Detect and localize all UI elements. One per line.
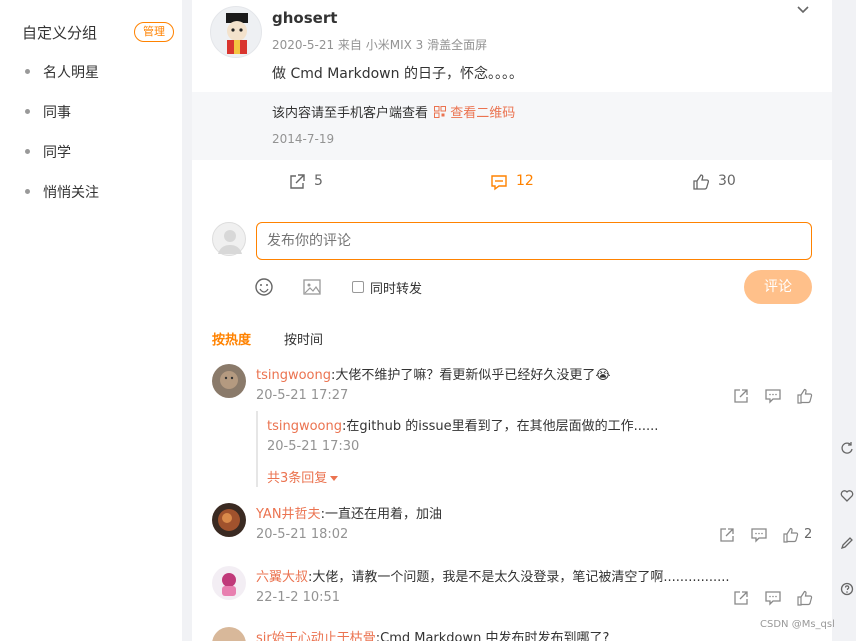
sidebar-item-colleagues[interactable]: 同事 <box>22 102 172 122</box>
commenter-name[interactable]: YAN井哲夫 <box>256 507 321 522</box>
reply-icon[interactable] <box>751 527 767 543</box>
image-icon[interactable] <box>302 277 322 297</box>
comment-time: 20-5-21 17:27 <box>256 388 349 403</box>
repost-content: 该内容请至手机客户端查看 查看二维码 2014-7-19 <box>192 92 832 160</box>
more-replies-link[interactable]: 共3条回复 <box>267 467 339 486</box>
author-avatar[interactable] <box>210 6 262 58</box>
group-sidebar: 自定义分组 管理 名人明星 同事 同学 悄悄关注 <box>0 0 182 641</box>
repost-date: 2014-7-19 <box>272 132 335 146</box>
commenter-avatar[interactable] <box>212 566 246 600</box>
post-text: 做 Cmd Markdown 的日子，怀念。。。。 <box>272 66 523 82</box>
watermark: CSDN @Ms_qsl <box>760 619 835 630</box>
emoji-icon[interactable] <box>254 277 274 297</box>
share-count: 5 <box>314 173 323 189</box>
comment-body: :Cmd Markdown 中发布时发布到哪了? <box>375 631 610 641</box>
replier-name[interactable]: tsingwoong <box>267 419 342 434</box>
refresh-icon[interactable] <box>840 441 854 455</box>
group-title: 自定义分组 <box>22 24 98 42</box>
reply-text: tsingwoong:在github 的issue里看到了，在其他层面做的工作.… <box>267 415 658 434</box>
comment-text: tsingwoong:大佬不维护了嘛？看更新似乎已经好久没更了😭 <box>256 364 611 383</box>
checkbox-box[interactable] <box>352 281 364 293</box>
share-icon[interactable] <box>733 590 749 606</box>
bullet-icon <box>25 189 30 194</box>
sidebar-item-label: 同事 <box>43 105 71 121</box>
comment-time: 20-5-21 18:02 <box>256 527 349 542</box>
qr-link-label: 查看二维码 <box>450 106 516 121</box>
tab-sort-time[interactable]: 按时间 <box>284 329 323 348</box>
sidebar-item-label: 同学 <box>43 145 71 161</box>
comment-count: 12 <box>516 173 534 189</box>
repost-checkbox-label: 同时转发 <box>370 282 423 297</box>
reply-icon[interactable] <box>765 388 781 404</box>
like-count: 30 <box>718 173 736 189</box>
more-replies-label: 共3条回复 <box>267 471 328 486</box>
comment-body: :大佬不维护了嘛？看更新似乎已经好久没更了😭 <box>331 368 611 383</box>
caret-down-icon <box>330 476 339 481</box>
comment-icon <box>491 175 507 191</box>
reply-thread: tsingwoong:在github 的issue里看到了，在其他层面做的工作.… <box>256 411 812 487</box>
comment-text: YAN井哲夫:一直还在用着，加油 <box>256 503 442 522</box>
commenter-avatar[interactable] <box>212 364 246 398</box>
reply-icon[interactable] <box>765 590 781 606</box>
thumbs-up-icon[interactable] <box>783 527 799 543</box>
bullet-icon <box>25 109 30 114</box>
bullet-icon <box>25 149 30 154</box>
heart-icon[interactable] <box>840 489 854 503</box>
repost-notice: 该内容请至手机客户端查看 查看二维码 <box>272 102 515 121</box>
share-icon[interactable] <box>719 527 735 543</box>
commenter-avatar[interactable] <box>212 503 246 537</box>
comment-like-count: 2 <box>804 527 813 542</box>
group-header: 自定义分组 管理 <box>22 20 180 44</box>
sidebar-item-label: 悄悄关注 <box>43 185 99 201</box>
comment-time: 22-1-2 10:51 <box>256 590 341 605</box>
thumbs-up-icon <box>693 174 710 190</box>
sidebar-item-label: 名人明星 <box>43 65 99 81</box>
commenter-name[interactable]: 六翼大叔 <box>256 570 308 585</box>
reply-time: 20-5-21 17:30 <box>267 439 360 454</box>
sidebar-item-secret-follow[interactable]: 悄悄关注 <box>22 182 172 202</box>
comment-text: 六翼大叔:大佬，请教一个问题，我是不是太久没登录，笔记被清空了啊........… <box>256 566 730 585</box>
repost-notice-text: 该内容请至手机客户端查看 <box>272 106 429 121</box>
my-avatar <box>212 222 246 256</box>
comment-body: :大佬，请教一个问题，我是不是太久没登录，笔记被清空了啊............… <box>308 570 730 585</box>
commenter-name[interactable]: tsingwoong <box>256 368 331 383</box>
commenter-avatar[interactable] <box>212 627 246 641</box>
chevron-down-icon[interactable] <box>795 2 811 18</box>
author-name[interactable]: ghosert <box>272 9 337 27</box>
commenter-name[interactable]: sir始于心动止于枯骨 <box>256 631 376 641</box>
tab-sort-hot[interactable]: 按热度 <box>212 329 251 348</box>
post-meta: 2020-5-21 来自 小米MIX 3 滑盖全面屏 <box>272 38 488 52</box>
comment-text: sir始于心动止于枯骨:Cmd Markdown 中发布时发布到哪了? <box>256 627 609 641</box>
comment-body: :一直还在用着，加油 <box>320 507 442 522</box>
comment-input[interactable] <box>256 222 812 260</box>
sidebar-item-celebrities[interactable]: 名人明星 <box>22 62 172 82</box>
edit-icon[interactable] <box>840 536 854 550</box>
help-icon[interactable] <box>840 582 854 596</box>
reply-body: :在github 的issue里看到了，在其他层面做的工作...... <box>342 419 659 434</box>
post-card: ghosert 2020-5-21 来自 小米MIX 3 滑盖全面屏 做 Cmd… <box>192 0 832 641</box>
qr-icon <box>434 106 447 118</box>
manage-button[interactable]: 管理 <box>134 22 174 42</box>
submit-comment-button[interactable]: 评论 <box>744 270 812 304</box>
share-icon[interactable] <box>733 388 749 404</box>
share-icon <box>290 174 305 189</box>
thumbs-up-icon[interactable] <box>797 590 813 606</box>
sidebar-item-classmates[interactable]: 同学 <box>22 142 172 162</box>
thumbs-up-icon[interactable] <box>797 388 813 404</box>
qr-link[interactable]: 查看二维码 <box>432 106 515 121</box>
bullet-icon <box>25 69 30 74</box>
